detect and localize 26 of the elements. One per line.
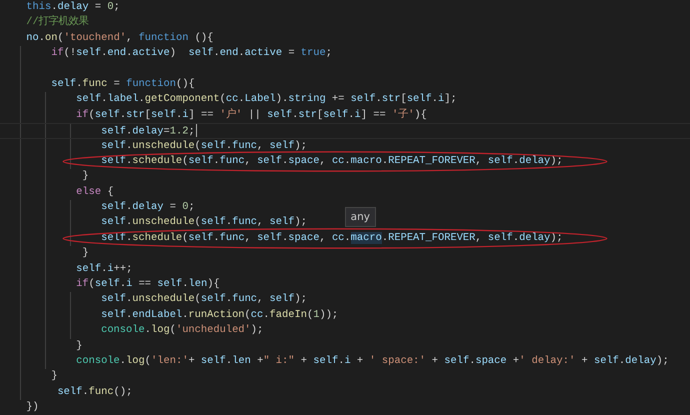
code-line: self.unschedule(self.func, self); (101, 140, 307, 152)
code-line: this.delay = 0; (26, 1, 120, 13)
code-line: } (82, 247, 89, 260)
code-line: self.label.getComponent(cc.Label).string += self.str[self.i]; (76, 93, 457, 106)
code-line: self.unschedule(self.func, self); (101, 293, 307, 306)
code-line: no.on('touchend', function (){ (26, 32, 214, 44)
code-line: self.delay=1.2; (101, 125, 195, 138)
code-line: if(self.str[self.i] == '户' || self.str[self.i] == '子'){ (76, 108, 427, 121)
text-cursor (196, 124, 197, 138)
code-line: } (82, 170, 89, 182)
code-line: self.endLabel.runAction(cc.fadeIn(1)); (101, 308, 338, 321)
code-line: self.func = function(){ (51, 78, 195, 90)
code-line: } (76, 340, 82, 352)
code-line: if(self.i == self.len){ (76, 278, 220, 290)
hover-tooltip: any (344, 206, 376, 227)
code-line: } (51, 370, 58, 382)
code-line: self.func(); (57, 386, 132, 398)
code-line: //打字机效果 (26, 16, 89, 28)
code-line: console.log('len:'+ self.len +" i:" + self.i + ' space:' + self.space +' delay:' + self.delay); (76, 354, 669, 367)
code-line: console.log('uncheduled'); (101, 324, 264, 336)
code-line: if(!self.end.active) self.end.active = true; (51, 47, 332, 60)
code-line: self.i++; (76, 262, 132, 275)
code-line: self.delay = 0; (101, 201, 195, 214)
code-line: }) (26, 401, 39, 414)
code-line: else { (76, 186, 114, 198)
code-line: self.unschedule(self.func, self); (101, 216, 307, 228)
